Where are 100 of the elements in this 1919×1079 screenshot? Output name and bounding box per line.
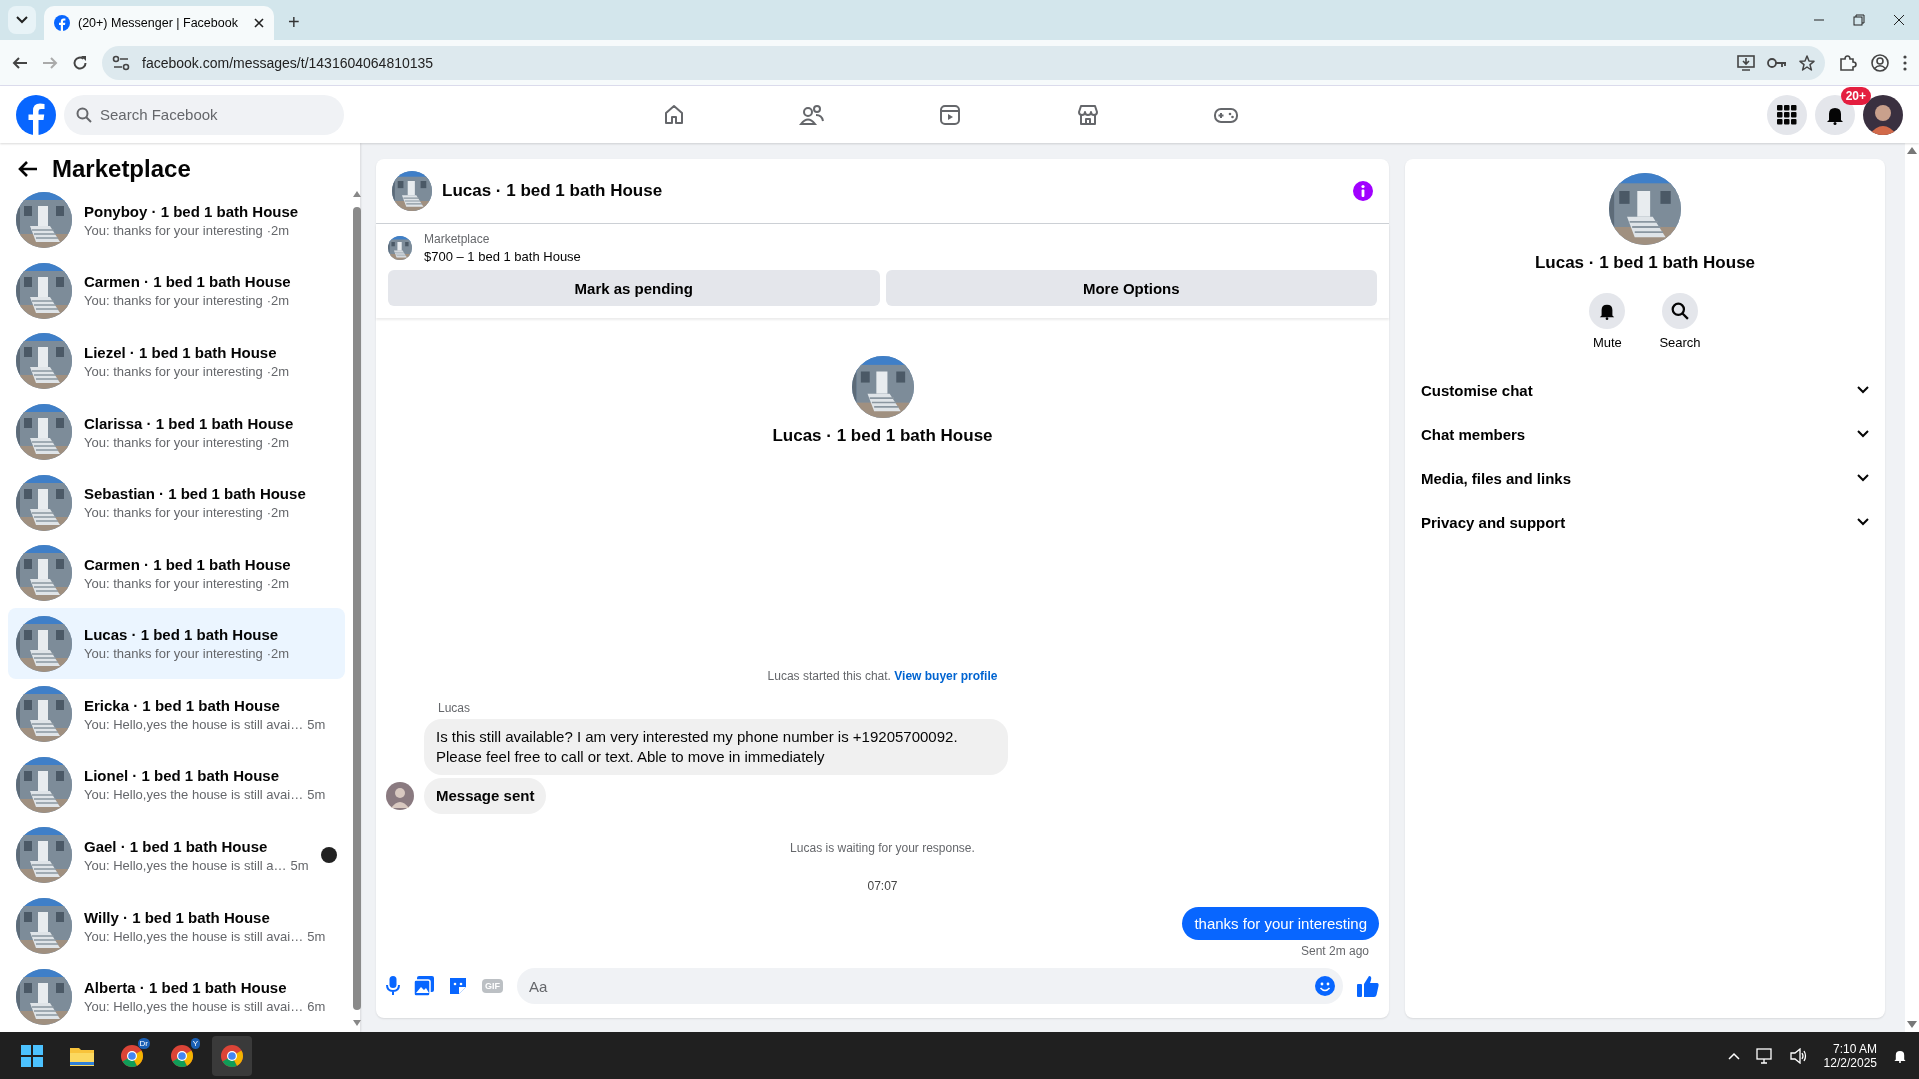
buyer-profile-link[interactable]: View buyer profile — [894, 669, 998, 683]
facebook-logo-icon[interactable] — [16, 94, 56, 135]
message-time: ·2m — [266, 505, 290, 521]
conversation-item[interactable]: Alberta · 1 bed 1 bath House You: Hello,yes the house is still avai… 6m — [8, 961, 345, 1032]
conversation-name: Willy · 1 bed 1 bath House — [84, 908, 271, 926]
close-icon[interactable] — [1893, 14, 1905, 26]
close-icon[interactable] — [254, 18, 264, 28]
key-icon[interactable] — [1767, 56, 1787, 69]
conversation-name: Lionel · 1 bed 1 bath House — [84, 767, 281, 785]
scroll-up-icon[interactable] — [1907, 147, 1917, 154]
message-time: ·2m — [266, 646, 290, 662]
taskbar-app[interactable] — [212, 1035, 252, 1076]
conversation-item[interactable]: Willy · 1 bed 1 bath House You: Hello,yes the house is still avai… 5m — [8, 890, 345, 962]
more-icon[interactable] — [1903, 54, 1907, 71]
conversation-item[interactable]: Lucas · 1 bed 1 bath House You: thanks for your interesting ·2m — [8, 608, 345, 680]
section-header[interactable]: Chat members — [1421, 412, 1869, 456]
conversation-item[interactable]: Lionel · 1 bed 1 bath House You: Hello,yes the house is still avai… 5m — [8, 749, 345, 821]
scroll-down-icon[interactable] — [352, 1020, 361, 1026]
message-time: ·2m — [266, 575, 290, 591]
scroll-up-icon[interactable] — [352, 191, 361, 197]
contact-name: Lucas · 1 bed 1 bath House — [772, 426, 993, 446]
chat-title[interactable]: Lucas · 1 bed 1 bath House — [442, 181, 1343, 201]
chevron-up-icon[interactable] — [1727, 1051, 1740, 1060]
star-icon[interactable] — [1799, 54, 1815, 71]
message-preview: You: Hello,yes the house is still avai… — [84, 928, 304, 944]
action-button[interactable]: Mark as pending — [388, 270, 880, 306]
section-header[interactable]: Customise chat — [1421, 368, 1869, 412]
conversation-item[interactable]: Ponyboy · 1 bed 1 bath House You: thanks for your interesting ·2m — [8, 185, 345, 256]
people-icon — [799, 102, 825, 127]
message-time: 6m — [307, 999, 326, 1015]
profile-icon[interactable] — [1871, 53, 1889, 72]
conversation-item[interactable]: Clarissa · 1 bed 1 bath House You: thanks for your interesting ·2m — [8, 396, 345, 468]
app-badge: Dr — [137, 1037, 150, 1049]
image-icon[interactable] — [414, 976, 434, 996]
reload-icon[interactable] — [72, 54, 88, 71]
clock-date[interactable]: 12/2/2025 — [1823, 1055, 1877, 1070]
video-icon — [938, 102, 962, 127]
notification-badge: 20+ — [1840, 86, 1871, 105]
home-icon — [662, 102, 686, 127]
message-field[interactable]: Aa — [517, 968, 1343, 1004]
message-time: ·2m — [266, 434, 290, 450]
grid-icon — [1777, 104, 1797, 125]
scroll-down-icon[interactable] — [1907, 1021, 1917, 1028]
conversation-name: Ponyboy · 1 bed 1 bath House — [84, 202, 300, 220]
sticker-icon[interactable] — [448, 976, 468, 996]
message-time: 5m — [290, 858, 309, 873]
browser-tab[interactable]: (20+) Messenger | Facebook — [44, 6, 274, 40]
sender-name: Lucas — [438, 701, 472, 715]
puzzle-icon[interactable] — [1839, 53, 1857, 72]
taskbar-app[interactable]: Y — [162, 1035, 202, 1076]
conversation-item[interactable]: Carmen · 1 bed 1 bath House You: thanks for your interesting ·2m — [8, 255, 345, 327]
menu-button[interactable] — [1767, 94, 1807, 135]
conversation-item[interactable]: Gael · 1 bed 1 bath House You: Hello,yes the house is still a… 5m — [8, 820, 345, 891]
conversation-item[interactable]: Sebastian · 1 bed 1 bath House You: thanks for your interesting ·2m — [8, 467, 345, 538]
chevron-down-icon — [16, 16, 28, 24]
section-header[interactable]: Media, files and links — [1421, 456, 1869, 500]
conversation-name: Clarissa · 1 bed 1 bath House — [84, 414, 295, 432]
message-preview: You: thanks for your interesting — [84, 434, 263, 450]
message-time: 5m — [307, 716, 326, 732]
address-bar[interactable]: facebook.com/messages/t/1431604064810135 — [102, 45, 1825, 80]
message-preview: You: Hello,yes the house is still avai… — [84, 716, 304, 732]
section-header[interactable]: Privacy and support — [1421, 500, 1869, 544]
message-preview: You: Hello,yes the house is still avai… — [84, 787, 304, 803]
listing-title[interactable]: $700 – 1 bed 1 bath House — [424, 249, 581, 264]
chat-started-note: Lucas started this chat. View buyer profile — [766, 669, 999, 683]
microphone-icon[interactable] — [386, 976, 400, 996]
message-bubble: Message sent — [424, 778, 547, 814]
back-arrow-icon[interactable] — [12, 54, 28, 71]
message-preview: You: Hello,yes the house is still avai… — [84, 999, 304, 1015]
folder-icon — [70, 1045, 94, 1066]
restore-icon[interactable] — [1853, 14, 1865, 26]
scrollbar[interactable] — [1905, 143, 1919, 1032]
taskbar-app[interactable]: Dr — [112, 1035, 152, 1076]
info-icon[interactable] — [1353, 181, 1373, 201]
network-icon[interactable] — [1755, 1047, 1774, 1064]
message-preview: You: Hello,yes the house is still a… — [84, 858, 287, 873]
message-preview: You: thanks for your interesting — [84, 505, 263, 521]
clock-time[interactable]: 7:10 AM — [1832, 1041, 1877, 1056]
action-button[interactable]: More Options — [885, 270, 1377, 306]
facebook-logo-icon — [54, 15, 70, 31]
message-preview: You: thanks for your interesting — [84, 646, 263, 662]
conversation-item[interactable]: Liezel · 1 bed 1 bath House You: thanks for your interesting ·2m — [8, 326, 345, 397]
timestamp: 07:07 — [866, 879, 899, 893]
emoji-icon[interactable] — [1315, 976, 1335, 996]
avatar — [386, 782, 414, 810]
search-field[interactable]: Search Facebook — [64, 94, 344, 135]
message-time: 5m — [307, 787, 326, 803]
install-app-icon[interactable] — [1737, 54, 1755, 71]
new-tab-button[interactable]: + — [282, 11, 306, 34]
tab-list-button[interactable] — [8, 6, 36, 34]
back-arrow-icon[interactable] — [18, 160, 38, 178]
browser-icon — [220, 1043, 244, 1068]
conversation-item[interactable]: Ericka · 1 bed 1 bath House You: Hello,yes the house is still avai… 5m — [8, 679, 345, 750]
conversation-name: Alberta · 1 bed 1 bath House — [84, 979, 288, 997]
store-icon — [1076, 102, 1100, 127]
message-time: ·2m — [266, 293, 290, 309]
speaker-icon[interactable] — [1789, 1047, 1808, 1064]
thumbs-up-icon[interactable] — [1357, 975, 1379, 997]
conversation-item[interactable]: Carmen · 1 bed 1 bath House You: thanks for your interesting ·2m — [8, 537, 345, 609]
conversation-name: Liezel · 1 bed 1 bath House — [84, 343, 278, 361]
